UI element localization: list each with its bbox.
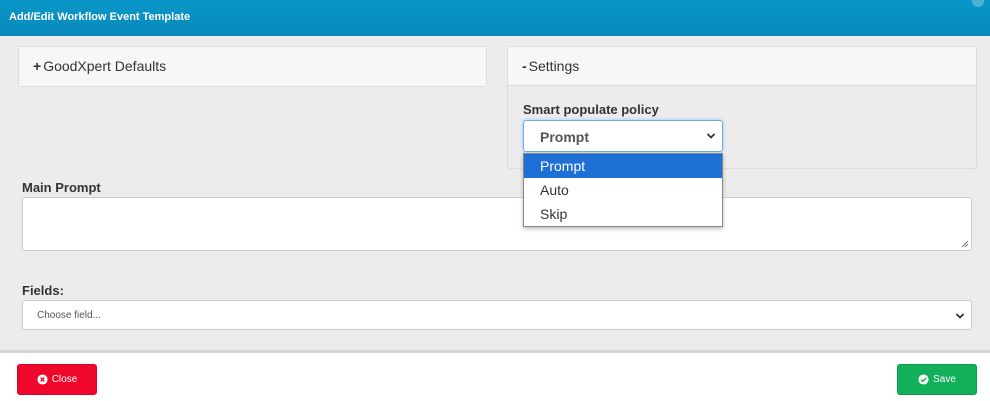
workflow-event-template-modal: Add/Edit Workflow Event Template + GoodXp…: [0, 0, 990, 401]
header-corner-decoration: [972, 0, 984, 7]
collapse-sign: -: [522, 58, 527, 74]
save-button-label: Save: [933, 374, 956, 385]
goodxpert-defaults-toggle[interactable]: + GoodXpert Defaults: [19, 47, 486, 86]
goodxpert-defaults-title: GoodXpert Defaults: [43, 58, 167, 74]
smart-populate-select[interactable]: Prompt: [523, 120, 723, 152]
smart-populate-label: Smart populate policy: [523, 102, 659, 117]
settings-panel: - Settings Smart populate policy Prompt: [507, 46, 977, 169]
modal-footer: Close Save: [0, 350, 990, 401]
expand-sign: +: [33, 58, 42, 74]
close-button-label: Close: [51, 374, 78, 385]
close-button[interactable]: Close: [17, 364, 97, 395]
times-circle-icon: [37, 374, 48, 385]
main-prompt-label: Main Prompt: [22, 180, 101, 195]
modal-body: + GoodXpert Defaults - Settings Smart popu…: [0, 36, 990, 350]
chevron-down-icon: [955, 313, 965, 319]
chevron-down-icon: [706, 133, 716, 139]
smart-populate-options: Prompt Auto Skip: [523, 153, 723, 227]
main-prompt-textarea[interactable]: [22, 197, 972, 251]
save-button[interactable]: Save: [897, 364, 977, 395]
fields-label: Fields:: [22, 283, 64, 298]
resize-grip-icon[interactable]: [961, 240, 969, 248]
check-circle-icon: [918, 374, 929, 385]
option-skip[interactable]: Skip: [524, 202, 722, 226]
settings-toggle[interactable]: - Settings: [508, 47, 976, 86]
goodxpert-defaults-panel: + GoodXpert Defaults: [18, 46, 487, 87]
option-auto[interactable]: Auto: [524, 178, 722, 202]
modal-title: Add/Edit Workflow Event Template: [9, 11, 191, 23]
smart-populate-selected-value: Prompt: [540, 129, 589, 145]
fields-placeholder: Choose field...: [37, 310, 101, 321]
fields-select[interactable]: Choose field...: [22, 300, 972, 330]
settings-title: Settings: [528, 58, 580, 74]
modal-header: Add/Edit Workflow Event Template: [0, 0, 990, 36]
option-prompt[interactable]: Prompt: [524, 154, 722, 178]
